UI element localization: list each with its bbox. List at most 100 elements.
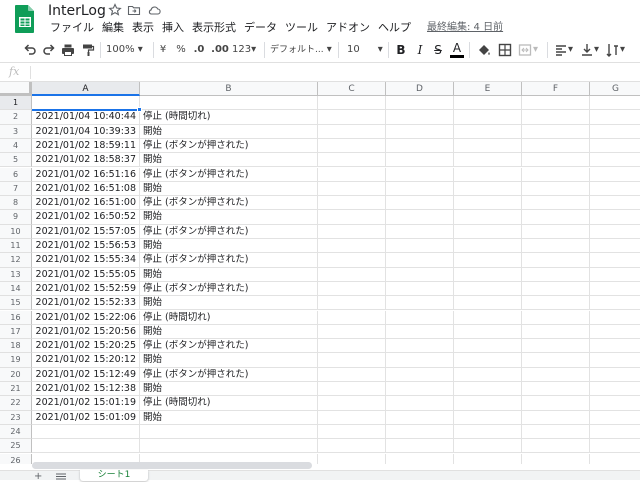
cell-f[interactable] <box>522 339 590 354</box>
cell-g[interactable] <box>590 339 640 354</box>
cell-a[interactable]: 2021/01/02 15:01:19 <box>32 396 140 411</box>
cell-d[interactable] <box>386 153 454 168</box>
cell-g[interactable] <box>590 425 640 440</box>
cell-b[interactable]: 停止 (ボタンが押された) <box>140 253 318 268</box>
cell-c[interactable] <box>318 210 386 225</box>
menu-tools[interactable]: ツール <box>285 21 323 35</box>
row-header[interactable]: 12 <box>0 253 32 268</box>
cell-c[interactable] <box>318 424 386 440</box>
menu-edit[interactable]: 編集 <box>102 21 129 35</box>
cell-f[interactable] <box>522 124 590 139</box>
cell-d[interactable] <box>386 267 454 282</box>
cell-g[interactable] <box>590 182 640 197</box>
cell-e[interactable] <box>454 339 522 354</box>
row-header[interactable]: 9 <box>0 210 32 225</box>
cell-a[interactable]: 2021/01/02 15:20:56 <box>32 324 140 340</box>
cell-a[interactable]: 2021/01/04 10:39:33 <box>32 124 140 139</box>
cell-c[interactable] <box>318 138 386 154</box>
row-header[interactable]: 22 <box>0 396 32 411</box>
cell-d[interactable] <box>386 167 454 182</box>
column-header-b[interactable]: B <box>140 82 318 96</box>
cell-b[interactable]: 開始 <box>140 296 318 311</box>
cell-e[interactable] <box>454 324 522 340</box>
row-header[interactable]: 14 <box>0 281 32 297</box>
cell-e[interactable] <box>454 110 522 125</box>
cell-f[interactable] <box>522 224 590 239</box>
vertical-align-button[interactable]: ▾ <box>580 42 602 58</box>
cell-b[interactable]: 開始 <box>140 181 318 197</box>
menu-view[interactable]: 表示 <box>132 21 159 35</box>
cell-a[interactable] <box>32 96 140 111</box>
cell-b[interactable] <box>140 424 318 440</box>
cell-e[interactable] <box>454 224 522 239</box>
cell-g[interactable] <box>590 253 640 268</box>
cell-e[interactable] <box>454 253 522 268</box>
cell-a[interactable]: 2021/01/02 16:50:52 <box>32 210 140 225</box>
cell-f[interactable] <box>522 153 590 168</box>
cell-c[interactable] <box>318 181 386 197</box>
cell-b[interactable]: 停止 (時間切れ) <box>140 310 318 325</box>
cell-f[interactable] <box>522 353 590 368</box>
row-header[interactable]: 3 <box>0 124 32 139</box>
column-header-d[interactable]: D <box>386 82 454 96</box>
cell-g[interactable] <box>590 396 640 411</box>
cell-f[interactable] <box>522 167 590 182</box>
cell-b[interactable]: 停止 (ボタンが押された) <box>140 339 318 354</box>
font-family-select[interactable]: デフォルト... ▾ <box>270 42 334 58</box>
cell-f[interactable] <box>522 267 590 282</box>
cell-a[interactable]: 2021/01/04 10:40:44 <box>32 110 140 125</box>
move-to-folder-icon[interactable] <box>127 3 141 17</box>
column-header-e[interactable]: E <box>454 82 522 96</box>
column-header-f[interactable]: F <box>522 82 590 96</box>
cell-c[interactable] <box>318 367 386 382</box>
cell-f[interactable] <box>522 110 590 125</box>
cell-c[interactable] <box>318 196 386 211</box>
cell-g[interactable] <box>590 439 640 454</box>
cell-e[interactable] <box>454 396 522 411</box>
row-header[interactable]: 24 <box>0 424 32 440</box>
cell-d[interactable] <box>386 353 454 368</box>
cell-e[interactable] <box>454 210 522 225</box>
text-rotation-button[interactable]: ▾ <box>606 42 636 58</box>
cell-d[interactable] <box>386 281 454 297</box>
row-header[interactable]: 26 <box>0 453 32 464</box>
text-color-button[interactable]: A <box>450 42 464 58</box>
italic-button[interactable]: I <box>413 42 427 58</box>
cell-c[interactable] <box>318 382 386 397</box>
menu-help[interactable]: ヘルプ <box>378 21 416 35</box>
cell-g[interactable] <box>590 96 640 111</box>
cell-d[interactable] <box>386 410 454 425</box>
cell-a[interactable]: 2021/01/02 18:58:37 <box>32 153 140 168</box>
column-header-c[interactable]: C <box>318 82 386 96</box>
row-header[interactable]: 15 <box>0 296 32 311</box>
cell-a[interactable]: 2021/01/02 15:12:38 <box>32 382 140 397</box>
cell-b[interactable]: 開始 <box>140 353 318 368</box>
cell-c[interactable] <box>318 253 386 268</box>
cell-c[interactable] <box>318 324 386 340</box>
cell-g[interactable] <box>590 168 640 182</box>
horizontal-scrollbar[interactable] <box>32 462 312 469</box>
cell-f[interactable] <box>522 367 590 382</box>
menu-insert[interactable]: 挿入 <box>162 21 189 35</box>
cell-e[interactable] <box>454 138 522 154</box>
cell-a[interactable] <box>32 424 140 440</box>
cell-d[interactable] <box>386 253 454 268</box>
cell-e[interactable] <box>454 281 522 297</box>
cell-g[interactable] <box>590 325 640 340</box>
cell-b[interactable]: 停止 (ボタンが押された) <box>140 196 318 211</box>
cell-f[interactable] <box>522 253 590 268</box>
cell-e[interactable] <box>454 267 522 282</box>
cell-f[interactable] <box>522 138 590 154</box>
cell-d[interactable] <box>386 396 454 411</box>
cell-f[interactable] <box>522 196 590 211</box>
cell-b[interactable]: 停止 (ボタンが押された) <box>140 138 318 154</box>
cell-g[interactable] <box>590 110 640 125</box>
cell-b[interactable]: 開始 <box>140 410 318 425</box>
cell-a[interactable]: 2021/01/02 16:51:08 <box>32 181 140 197</box>
row-header[interactable]: 5 <box>0 153 32 168</box>
select-all-corner[interactable] <box>0 82 32 96</box>
cell-g[interactable] <box>590 225 640 239</box>
row-header[interactable]: 4 <box>0 138 32 154</box>
cell-f[interactable] <box>522 181 590 197</box>
cell-c[interactable] <box>318 153 386 168</box>
